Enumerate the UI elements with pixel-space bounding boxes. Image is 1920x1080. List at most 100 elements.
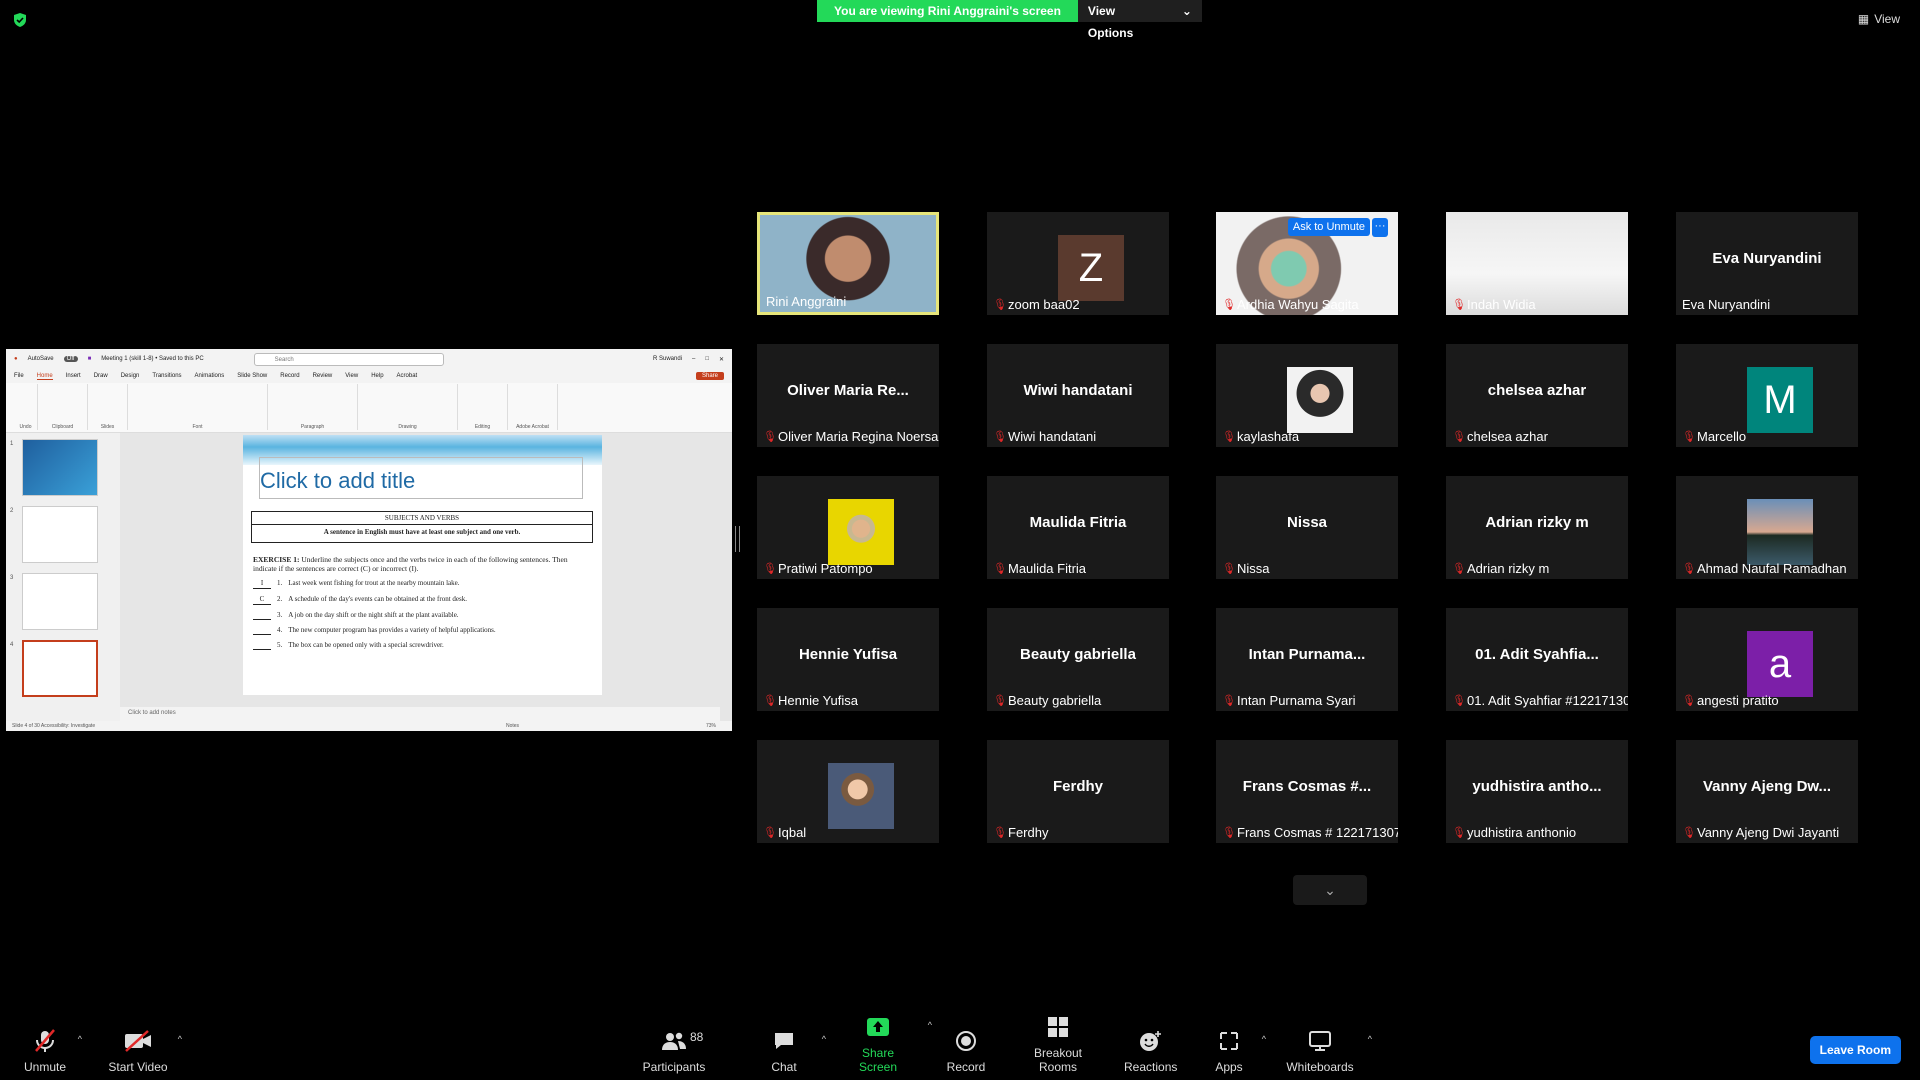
window-close-icon[interactable]: ✕ <box>719 356 724 363</box>
slide-thumbnail[interactable] <box>22 573 98 630</box>
start-video-button[interactable]: Start Video ^ <box>108 1028 182 1074</box>
ppt-tab[interactable]: Home <box>36 373 53 380</box>
participant-tile[interactable]: Rini Anggraini <box>757 212 939 315</box>
participant-tile[interactable]: Vanny Ajeng Dw... 🎙 Vanny Ajeng Dwi Jayant… <box>1676 740 1858 843</box>
save-icon[interactable]: ■ <box>88 356 92 362</box>
notes-button[interactable]: Notes <box>506 723 519 729</box>
ppt-titlebar: ● AutoSave Off ■ Meeting 1 (skill 1-8) •… <box>6 349 732 369</box>
participant-photo <box>1747 499 1813 565</box>
participant-tile[interactable]: Ferdhy 🎙 Ferdhy <box>987 740 1169 843</box>
ppt-tab[interactable]: Draw <box>94 373 108 379</box>
chevron-up-icon[interactable]: ^ <box>1262 1034 1266 1044</box>
chat-button[interactable]: Chat ^ <box>768 1028 826 1074</box>
reactions-button[interactable]: Reactions <box>1124 1028 1177 1074</box>
record-button[interactable]: Record <box>946 1028 986 1074</box>
exercise-item: 5. The box can be opened only with a spec… <box>253 641 593 650</box>
participants-label: Participants <box>642 1060 706 1074</box>
participant-name: chelsea azhar <box>1467 429 1548 444</box>
participant-tile[interactable]: Beauty gabriella 🎙 Beauty gabriella <box>987 608 1169 711</box>
ppt-tab[interactable]: View <box>345 373 358 379</box>
slide-thumbnail[interactable] <box>22 506 98 563</box>
security-shield-icon[interactable] <box>12 12 28 28</box>
ppt-search-box[interactable]: Search <box>253 352 444 366</box>
breakout-rooms-button[interactable]: Breakout Rooms <box>1014 1014 1102 1074</box>
notes-pane[interactable]: Click to add notes <box>120 707 720 721</box>
participant-tile[interactable]: M 🎙 Marcello <box>1676 344 1858 447</box>
participant-tile[interactable]: 🎙 Indah Widia <box>1446 212 1628 315</box>
share-screen-button[interactable]: Share Screen ^ <box>842 1014 932 1074</box>
participant-tile[interactable]: Ask to Unmute ··· 🎙 Ardhia Wahyu Sagita <box>1216 212 1398 315</box>
ppt-tab[interactable]: Acrobat <box>397 373 418 379</box>
participant-tile[interactable]: Z 🎙 zoom baa02 <box>987 212 1169 315</box>
participant-tile[interactable]: Eva Nuryandini Eva Nuryandini <box>1676 212 1858 315</box>
ppt-tab[interactable]: Record <box>280 373 299 379</box>
gallery-next-page-button[interactable]: ⌄ <box>1293 875 1367 905</box>
window-maximize-icon[interactable]: □ <box>705 356 709 362</box>
answer-blank[interactable] <box>253 626 271 635</box>
ppt-tab[interactable]: File <box>14 373 24 379</box>
slide-title-placeholder[interactable]: Click to add title <box>259 457 583 499</box>
ppt-tab[interactable]: Help <box>371 373 383 379</box>
participant-name-label: 🎙 Hennie Yufisa <box>763 693 858 708</box>
window-minimize-icon[interactable]: – <box>692 356 695 362</box>
participant-tile[interactable]: 🎙 Ahmad Naufal Ramadhan <box>1676 476 1858 579</box>
whiteboards-button[interactable]: Whiteboards ^ <box>1284 1028 1372 1074</box>
shared-screen[interactable]: ● AutoSave Off ■ Meeting 1 (skill 1-8) •… <box>6 349 732 731</box>
splitter-handle[interactable] <box>735 526 740 552</box>
view-button[interactable]: ▦ View <box>1858 12 1900 26</box>
participant-tile[interactable]: Maulida Fitria 🎙 Maulida Fitria <box>987 476 1169 579</box>
participant-display-name: Ferdhy <box>1052 778 1103 795</box>
view-options-button[interactable]: View Options ⌄ <box>1077 0 1202 40</box>
slide-thumbnail-selected[interactable] <box>22 640 98 697</box>
leave-room-button[interactable]: Leave Room <box>1809 1036 1901 1064</box>
participant-tile[interactable]: Intan Purnama... 🎙 Intan Purnama Syari <box>1216 608 1398 711</box>
chevron-up-icon[interactable]: ^ <box>822 1034 826 1044</box>
ppt-tab[interactable]: Transitions <box>152 373 181 379</box>
participant-tile[interactable]: chelsea azhar 🎙 chelsea azhar <box>1446 344 1628 447</box>
participant-name-label: 🎙Frans Cosmas # 1221713074 # 14 <box>1222 825 1398 840</box>
participant-tile[interactable]: 01. Adit Syahfia... 🎙 01. Adit Syahfiar #1… <box>1446 608 1628 711</box>
status-text: Slide 4 of 30 Accessibility: Investigate <box>12 723 96 729</box>
answer-blank[interactable] <box>253 611 271 620</box>
record-icon <box>946 1028 986 1054</box>
ppt-tab[interactable]: Review <box>313 373 333 379</box>
participant-tile[interactable]: Wiwi handatani 🎙 Wiwi handatani <box>987 344 1169 447</box>
participant-tile[interactable]: Frans Cosmas #... 🎙 Frans Cosmas # 1221713… <box>1216 740 1398 843</box>
participant-tile[interactable]: a 🎙 angesti pratito <box>1676 608 1858 711</box>
answer-blank[interactable]: C <box>253 595 271 605</box>
participant-tile[interactable]: Nissa 🎙 Nissa <box>1216 476 1398 579</box>
autosave-toggle[interactable]: Off <box>63 356 78 362</box>
slide-canvas[interactable]: Click to add title SUBJECTS AND VERBS A … <box>243 435 602 695</box>
slide-thumbnail[interactable] <box>22 439 98 496</box>
chevron-up-icon[interactable]: ^ <box>1368 1034 1372 1044</box>
slide-thumbnails: 1 2 3 4 <box>6 433 120 721</box>
participant-tile[interactable]: Adrian rizky m 🎙 Adrian rizky m <box>1446 476 1628 579</box>
apps-button[interactable]: Apps ^ <box>1214 1028 1266 1074</box>
participant-tile[interactable]: Oliver Maria Re... 🎙 Oliver Maria Regina N… <box>757 344 939 447</box>
participant-tile[interactable]: 🎙 Pratiwi Patompo <box>757 476 939 579</box>
participant-name: Nissa <box>1237 561 1270 576</box>
participant-tile[interactable]: yudhistira antho... 🎙 yudhistira anthonio <box>1446 740 1628 843</box>
ppt-tab[interactable]: Insert <box>66 373 81 379</box>
participant-display-name: Beauty gabriella <box>1020 646 1136 663</box>
participant-tile[interactable]: Hennie Yufisa 🎙 Hennie Yufisa <box>757 608 939 711</box>
chevron-up-icon[interactable]: ^ <box>178 1034 182 1044</box>
answer-blank[interactable]: I <box>253 579 271 589</box>
participant-tile[interactable]: 🎙 Iqbal <box>757 740 939 843</box>
unmute-button[interactable]: Unmute ^ <box>22 1028 82 1074</box>
more-options-icon[interactable]: ··· <box>1372 218 1388 237</box>
ppt-tab[interactable]: Slide Show <box>237 373 267 379</box>
participants-button[interactable]: 88 Participants <box>642 1028 706 1074</box>
ppt-tab[interactable]: Animations <box>195 373 225 379</box>
breakout-rooms-icon <box>1014 1014 1102 1040</box>
box-rule: A sentence in English must have at least… <box>323 528 521 536</box>
answer-blank[interactable] <box>253 641 271 650</box>
participant-tile[interactable]: 🎙 kaylashafa <box>1216 344 1398 447</box>
ask-to-unmute-button[interactable]: Ask to Unmute <box>1287 218 1370 236</box>
ppt-tab[interactable]: Design <box>121 373 140 379</box>
ppt-share-button[interactable]: Share <box>695 372 724 380</box>
participant-display-name: Frans Cosmas #... <box>1242 778 1372 795</box>
microphone-muted-icon: 🎙 <box>763 431 777 443</box>
chevron-up-icon[interactable]: ^ <box>928 1020 932 1030</box>
chevron-up-icon[interactable]: ^ <box>78 1034 82 1044</box>
